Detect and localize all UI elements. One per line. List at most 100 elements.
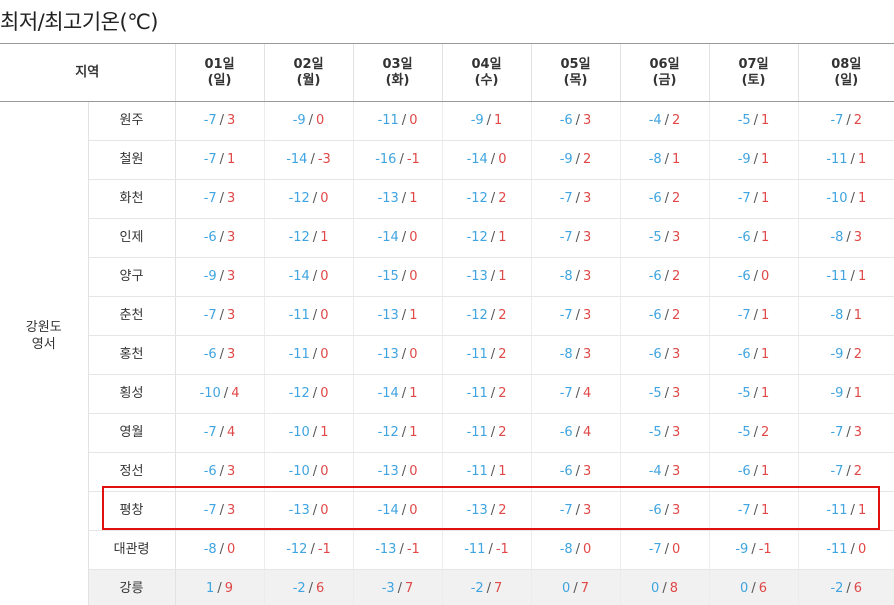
temp-separator: / (850, 269, 855, 284)
temp-separator: / (753, 269, 759, 284)
temp-separator: / (575, 152, 581, 167)
min-temp: -7 (559, 191, 573, 206)
table-header-row: 지역 01일 (일) 02일 (월) 03일 (화) 04일 (수) 05일 (목) 06… (0, 43, 894, 102)
min-temp: -9 (830, 386, 844, 401)
temperature-cell: -7/3 (530, 296, 621, 336)
temperature-cell: -8/3 (530, 257, 621, 297)
city-name: 홍천 (88, 335, 176, 375)
temp-separator: / (490, 152, 496, 167)
temp-separator: / (486, 113, 492, 128)
temperature-cell: -4/3 (619, 452, 710, 492)
temperature-cell: -7/3 (175, 296, 265, 336)
temperature-cell: -7/2 (797, 101, 894, 141)
temperature-cell: 1/9 (175, 569, 265, 605)
temp-separator: / (490, 230, 496, 245)
max-temp: 0 (498, 152, 507, 167)
temp-separator: / (490, 347, 496, 362)
temperature-cell: -11/2 (441, 374, 532, 414)
min-temp: -4 (648, 113, 662, 128)
temp-separator: / (488, 542, 493, 557)
max-temp: 1 (761, 230, 770, 245)
max-temp: -3 (317, 152, 331, 167)
min-temp: -9 (559, 152, 573, 167)
temperature-cell: -10/1 (797, 179, 894, 219)
temperature-cell: -5/1 (708, 374, 799, 414)
min-temp: -5 (737, 425, 751, 440)
min-temp: -8 (559, 269, 573, 284)
temperature-cell: -5/3 (619, 374, 710, 414)
table-row: 철원 -7/1 -14/-3 -16/-1 -14/0 -9/2 -8/1 -9/1 -11/1 (0, 140, 894, 180)
city-name: 대관령 (88, 530, 176, 570)
temp-separator: / (575, 113, 581, 128)
region-group-cell: 강원도 영서 (0, 101, 89, 570)
day-header: 01일 (일) (174, 43, 265, 102)
max-temp: 3 (227, 113, 236, 128)
max-temp: -1 (317, 542, 331, 557)
temp-separator: / (664, 347, 670, 362)
table-row: 홍천 -6/3 -11/0 -13/0 -11/2 -8/3 -6/3 -6/1 -9/2 (0, 335, 894, 375)
max-temp: 0 (409, 347, 418, 362)
max-temp: 3 (583, 269, 592, 284)
temp-separator: / (397, 581, 403, 596)
max-temp: 1 (672, 152, 681, 167)
temperature-cell: -6/2 (619, 296, 710, 336)
max-temp: 0 (583, 542, 592, 557)
temperature-cell: 0/7 (530, 569, 621, 605)
max-temp: 0 (320, 464, 329, 479)
min-temp: -14 (286, 152, 308, 167)
temperature-cell: -11/1 (797, 491, 894, 531)
max-temp: 2 (583, 152, 592, 167)
min-temp: -6 (648, 347, 662, 362)
temp-separator: / (664, 542, 670, 557)
max-temp: 3 (853, 230, 863, 245)
temperature-cell: -7/3 (175, 179, 265, 219)
min-temp: -7 (559, 308, 573, 323)
temp-separator: / (664, 308, 670, 323)
temp-separator: / (751, 542, 756, 557)
temperature-cell: -14/1 (352, 374, 443, 414)
temperature-cell: -11/0 (263, 335, 354, 375)
max-temp: 3 (583, 230, 592, 245)
temperature-cell: -5/1 (708, 101, 799, 141)
min-temp: -6 (648, 191, 662, 206)
max-temp: 3 (672, 347, 681, 362)
min-temp: -11 (466, 464, 488, 479)
temperature-cell: -7/1 (175, 140, 265, 180)
temperature-cell: -7/1 (708, 179, 799, 219)
temp-separator: / (490, 191, 496, 206)
min-temp: -2 (292, 581, 306, 596)
min-temp: -16 (375, 152, 397, 167)
min-temp: -11 (464, 542, 486, 557)
max-temp: 0 (409, 464, 418, 479)
max-temp: 1 (761, 503, 770, 518)
min-temp: -7 (559, 230, 573, 245)
min-temp: -13 (377, 308, 399, 323)
min-temp: -7 (203, 425, 217, 440)
temp-separator: / (753, 230, 759, 245)
min-temp: -10 (826, 191, 848, 206)
temp-separator: / (751, 581, 756, 596)
table-row: 강원도 영서 원주 -7/3 -9/0 -11/0 -9/1 -6/3 -4/2 -5/1 -7/2 (0, 101, 894, 570)
max-temp: 3 (227, 347, 236, 362)
temp-separator: / (401, 386, 407, 401)
max-temp: 4 (227, 425, 236, 440)
min-temp: -7 (203, 191, 217, 206)
temperature-cell: -6/3 (175, 452, 265, 492)
city-name: 화천 (88, 179, 176, 219)
min-temp: -15 (377, 269, 399, 284)
temperature-cell: -14/0 (263, 257, 354, 297)
temp-separator: / (401, 464, 407, 479)
max-temp: 9 (224, 581, 233, 596)
temp-separator: / (401, 230, 407, 245)
temperature-cell: -16/-1 (352, 140, 443, 180)
min-temp: -6 (559, 113, 573, 128)
temperature-cell: -11/1 (797, 140, 894, 180)
temp-separator: / (401, 503, 407, 518)
temp-separator: / (575, 191, 581, 206)
min-temp: -12 (466, 230, 488, 245)
max-temp: 2 (498, 503, 507, 518)
temp-separator: / (312, 191, 318, 206)
temp-separator: / (308, 581, 314, 596)
max-temp: 3 (853, 425, 863, 440)
temperature-cell: -12/2 (441, 296, 532, 336)
